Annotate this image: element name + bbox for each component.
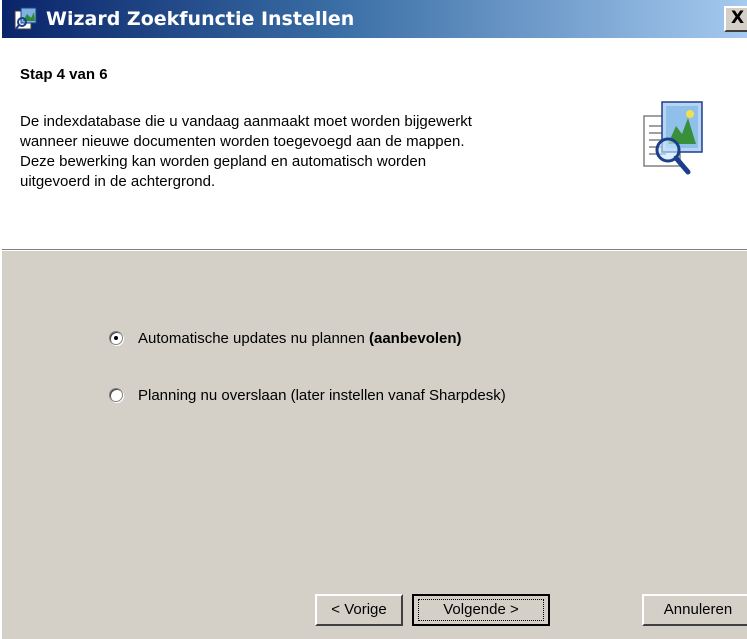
cancel-button[interactable]: Annuleren (642, 594, 747, 626)
step-indicator: Stap 4 van 6 (20, 66, 108, 83)
next-button[interactable]: Volgende > (412, 594, 550, 626)
radio-button-selected[interactable] (109, 331, 123, 345)
option-label[interactable]: Automatische updates nu plannen (aanbevo… (138, 329, 462, 349)
description-line: De indexdatabase die u vandaag aanmaakt … (20, 113, 472, 130)
description-line: uitgevoerd in de achtergrond. (20, 173, 216, 190)
description-line: wanneer nieuwe documenten worden toegevo… (20, 133, 465, 150)
title-bar[interactable]: Wizard Zoekfunctie Instellen X (2, 0, 747, 38)
option-label[interactable]: Planning nu overslaan (later instellen v… (138, 386, 506, 406)
close-button[interactable]: X (724, 6, 747, 32)
search-document-icon (638, 98, 708, 178)
wizard-icon (14, 7, 38, 31)
description-line: Deze bewerking kan worden gepland en aut… (20, 153, 427, 170)
back-button[interactable]: < Vorige (315, 594, 403, 626)
close-icon: X (731, 8, 745, 28)
step-description: De indexdatabase die u vandaag aanmaakt … (20, 112, 610, 192)
wizard-header: Stap 4 van 6 De indexdatabase die u vand… (2, 38, 747, 251)
radio-button[interactable] (109, 388, 123, 402)
next-button-label: Volgende > (418, 599, 544, 621)
wizard-dialog: Wizard Zoekfunctie Instellen X Stap 4 va… (0, 0, 747, 639)
window-title: Wizard Zoekfunctie Instellen (46, 8, 355, 30)
